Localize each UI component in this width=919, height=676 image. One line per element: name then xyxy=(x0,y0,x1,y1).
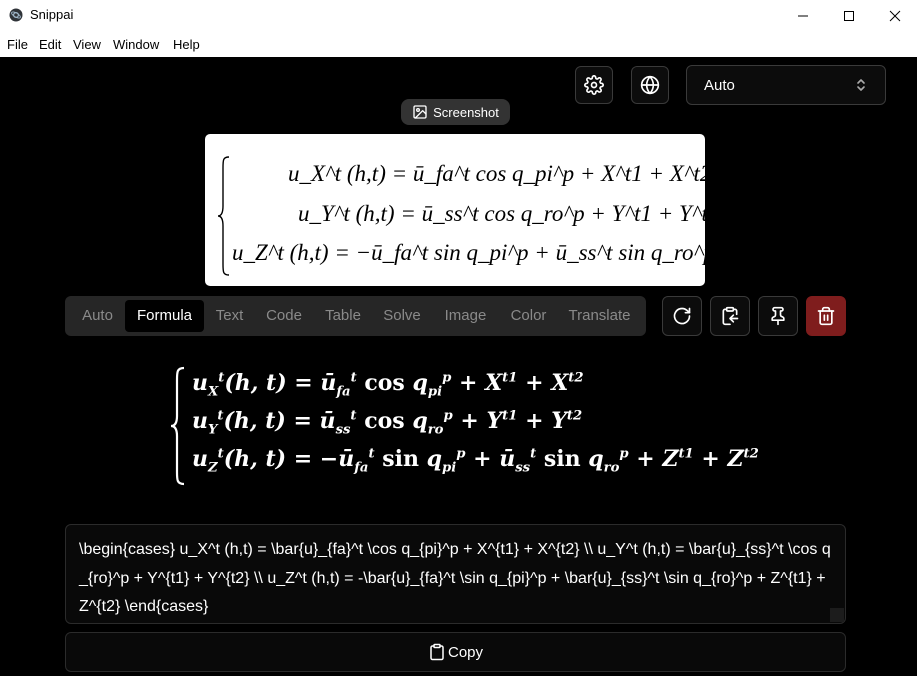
menu-view[interactable]: View xyxy=(73,37,101,52)
menu-file[interactable]: File xyxy=(7,37,28,52)
latex-source[interactable]: \begin{cases} u_X^t (h,t) = \bar{u}_{fa}… xyxy=(79,536,839,622)
tab-translate[interactable]: Translate xyxy=(558,300,641,332)
screenshot-button[interactable]: Screenshot xyxy=(401,99,510,125)
pin-button[interactable] xyxy=(758,296,798,336)
tab-formula[interactable]: Formula xyxy=(125,300,204,332)
clipboard-paste-icon xyxy=(722,306,739,326)
app-logo-icon xyxy=(9,8,23,22)
minimize-icon xyxy=(798,15,808,16)
preview-line-1: u_X^t (h,t) = ū_fa^t cos q_pi^p + X^t1 +… xyxy=(288,161,705,186)
rendered-brace xyxy=(170,366,185,486)
maximize-icon xyxy=(844,10,854,21)
refresh-icon xyxy=(673,307,691,325)
window-title: Snippai xyxy=(30,7,74,22)
mode-select[interactable]: Auto xyxy=(686,65,886,105)
clipboard-icon xyxy=(430,643,444,661)
screenshot-button-label: Screenshot xyxy=(433,104,499,120)
rendered-formula: uXt(h, t) = ūfat cos qpip + Xt1 + Xt2 uY… xyxy=(170,362,770,492)
close-button[interactable] xyxy=(872,0,918,31)
maximize-button[interactable] xyxy=(826,0,872,31)
mode-select-value: Auto xyxy=(704,77,735,94)
copy-button[interactable]: Copy xyxy=(65,632,846,672)
preview-brace xyxy=(217,156,230,276)
tab-code[interactable]: Code xyxy=(255,300,313,332)
pin-icon xyxy=(771,306,785,326)
chevron-up-down-icon xyxy=(857,79,865,91)
mode-tabs: Auto Formula Text Code Table Solve Image… xyxy=(65,296,646,336)
rendered-line-3: uZt(h, t) = −ūfat sin qpip + ūsst sin qr… xyxy=(192,446,759,476)
tab-auto[interactable]: Auto xyxy=(71,300,124,332)
title-bar: Snippai xyxy=(0,0,919,31)
settings-button[interactable] xyxy=(575,66,613,104)
language-button[interactable] xyxy=(631,66,669,104)
menu-window[interactable]: Window xyxy=(113,37,159,52)
gear-icon xyxy=(584,75,604,95)
refresh-button[interactable] xyxy=(662,296,702,336)
resize-handle[interactable] xyxy=(830,608,844,622)
tab-color[interactable]: Color xyxy=(500,300,557,332)
close-icon xyxy=(889,10,901,21)
menu-help[interactable]: Help xyxy=(173,37,200,52)
trash-icon xyxy=(817,306,835,326)
minimize-button[interactable] xyxy=(780,0,826,31)
tab-text[interactable]: Text xyxy=(205,300,254,332)
menu-edit[interactable]: Edit xyxy=(39,37,61,52)
latex-textarea[interactable]: \begin{cases} u_X^t (h,t) = \bar{u}_{fa}… xyxy=(65,524,846,624)
preview-line-2: u_Y^t (h,t) = ū_ss^t cos q_ro^p + Y^t1 +… xyxy=(298,201,705,226)
paste-button[interactable] xyxy=(710,296,750,336)
rendered-line-1: uXt(h, t) = ūfat cos qpip + Xt1 + Xt2 xyxy=(192,370,584,400)
rendered-line-2: uYt(h, t) = ūsst cos qrop + Yt1 + Yt2 xyxy=(192,408,583,438)
preview-line-3: u_Z^t (h,t) = −ū_fa^t sin q_pi^p + ū_ss^… xyxy=(232,240,705,265)
delete-button[interactable] xyxy=(806,296,846,336)
tab-image[interactable]: Image xyxy=(432,300,499,332)
globe-icon xyxy=(640,75,660,95)
menu-bar: File Edit View Window Help xyxy=(0,31,919,57)
image-icon xyxy=(413,105,427,119)
copy-button-label: Copy xyxy=(447,643,484,661)
tab-solve[interactable]: Solve xyxy=(373,300,431,332)
captured-image-preview: u_X^t (h,t) = ū_fa^t cos q_pi^p + X^t1 +… xyxy=(205,134,705,286)
tab-table[interactable]: Table xyxy=(314,300,372,332)
